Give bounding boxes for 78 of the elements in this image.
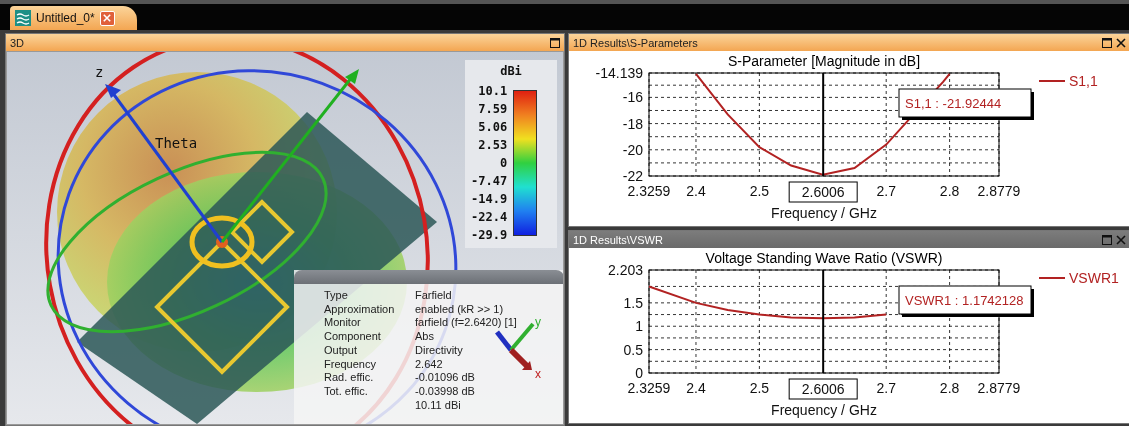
legend-line — [1038, 277, 1066, 279]
info-value: farfield (f=2.6420) [1] — [415, 316, 517, 331]
legend-label: VSWR1 — [1069, 270, 1119, 286]
y-tick-label: 1 — [635, 318, 643, 335]
chart-title: S-Parameter [Magnitude in dB] — [727, 53, 921, 69]
x-tick-label: 2.8 — [939, 183, 960, 199]
x-tick-label: 2.3259 — [627, 380, 671, 396]
info-label: Frequency — [324, 357, 377, 372]
y-tick-label: -20 — [622, 141, 643, 158]
info-value: enabled (kR >> 1) — [415, 302, 504, 317]
info-label: Approximation — [324, 302, 396, 317]
y-tick-label: 0 — [635, 365, 643, 381]
info-label: Tot. effic. — [324, 384, 369, 399]
panel-title: 3D — [10, 36, 25, 49]
x-tick-label: 2.7 — [876, 380, 896, 396]
info-label: Component — [324, 330, 382, 344]
x-tick-label: 2.4 — [686, 183, 706, 199]
legend-tick-label: -14.9 — [471, 191, 508, 208]
info-label: Monitor — [324, 316, 362, 331]
ref-line-label: 2.6006 — [801, 184, 845, 200]
x-tick-label: 2.5 — [749, 183, 770, 199]
x-tick-label: 2.8779 — [977, 183, 1021, 199]
panel-title: 1D Results\VSWR — [573, 233, 663, 246]
axis-label: x — [535, 367, 541, 381]
y-tick-label: -22 — [622, 168, 643, 184]
document-tab[interactable]: Untitled_0* — [10, 6, 137, 30]
info-label: Type — [324, 289, 349, 303]
annotation: VSWR1 : 1.1742128 — [905, 293, 1024, 308]
legend-line — [1038, 80, 1066, 82]
x-axis-title: Frequency / GHz — [771, 205, 877, 221]
info-label: Rad. effic. — [324, 371, 375, 385]
y-tick-label: 2.203 — [607, 262, 643, 278]
chart-title: Voltage Standing Wave Ratio (VSWR) — [705, 250, 943, 266]
angle-label: Theta — [155, 135, 198, 151]
legend-label: S1,1 — [1069, 73, 1098, 89]
info-value: -0.03998 dB — [415, 384, 475, 399]
y-tick-label: -16 — [622, 89, 643, 106]
maximize-icon[interactable] — [550, 37, 560, 48]
x-tick-label: 2.3259 — [627, 183, 671, 199]
maximize-icon[interactable] — [1102, 37, 1112, 48]
close-icon[interactable] — [1116, 37, 1126, 48]
legend-tick-label: 10.1 — [478, 83, 508, 100]
legend-tick-label: 5.06 — [478, 119, 508, 136]
legend-tick-label: -29.9 — [471, 227, 508, 244]
marker-readout: S1,1 : -21.92444 — [898, 88, 1034, 120]
marker-frequency-label: 2.6006 — [788, 378, 858, 400]
marker-readout: VSWR1 : 1.1742128 — [898, 285, 1034, 317]
y-tick-label: -18 — [622, 115, 643, 132]
x-tick-label: 2.5 — [749, 380, 770, 396]
x-tick-label: 2.4 — [686, 380, 706, 396]
info-label: Output — [324, 343, 359, 358]
ref-line-label: 2.6006 — [801, 381, 845, 397]
x-tick-label: 2.7 — [876, 183, 896, 199]
x-tick-label: 2.8 — [939, 380, 960, 396]
info-value: 2.642 — [415, 357, 443, 372]
info-value: Directivity — [415, 343, 463, 358]
legend-tick-label: 7.59 — [478, 101, 508, 118]
info-value: -0.01096 dB — [415, 371, 475, 385]
tab-label: Untitled_0* — [36, 11, 95, 25]
info-value: Abs — [415, 330, 434, 344]
waves-icon — [15, 10, 31, 26]
legend-tick-label: -22.4 — [471, 209, 508, 226]
x-axis-title: Frequency / GHz — [771, 402, 877, 418]
info-value: 10.11 dBi — [415, 398, 461, 413]
y-tick-label: 1.5 — [623, 294, 643, 311]
marker-frequency-label: 2.6006 — [788, 181, 858, 203]
axis-label: y — [535, 315, 541, 329]
annotation: S1,1 : -21.92444 — [905, 96, 1002, 111]
panel-title: 1D Results\S-Parameters — [573, 36, 698, 49]
y-tick-label: -14.139 — [595, 65, 643, 81]
y-tick-label: 0.5 — [623, 341, 643, 358]
legend-tick-label: -7.47 — [471, 173, 508, 190]
axis-label: z — [95, 64, 104, 80]
legend-tick-label: 2.53 — [478, 137, 508, 154]
legend-tick-label: 0 — [499, 155, 508, 172]
x-tick-label: 2.8779 — [977, 380, 1021, 396]
legend-unit: dBi — [499, 64, 523, 78]
info-value: Farfield — [415, 289, 452, 303]
